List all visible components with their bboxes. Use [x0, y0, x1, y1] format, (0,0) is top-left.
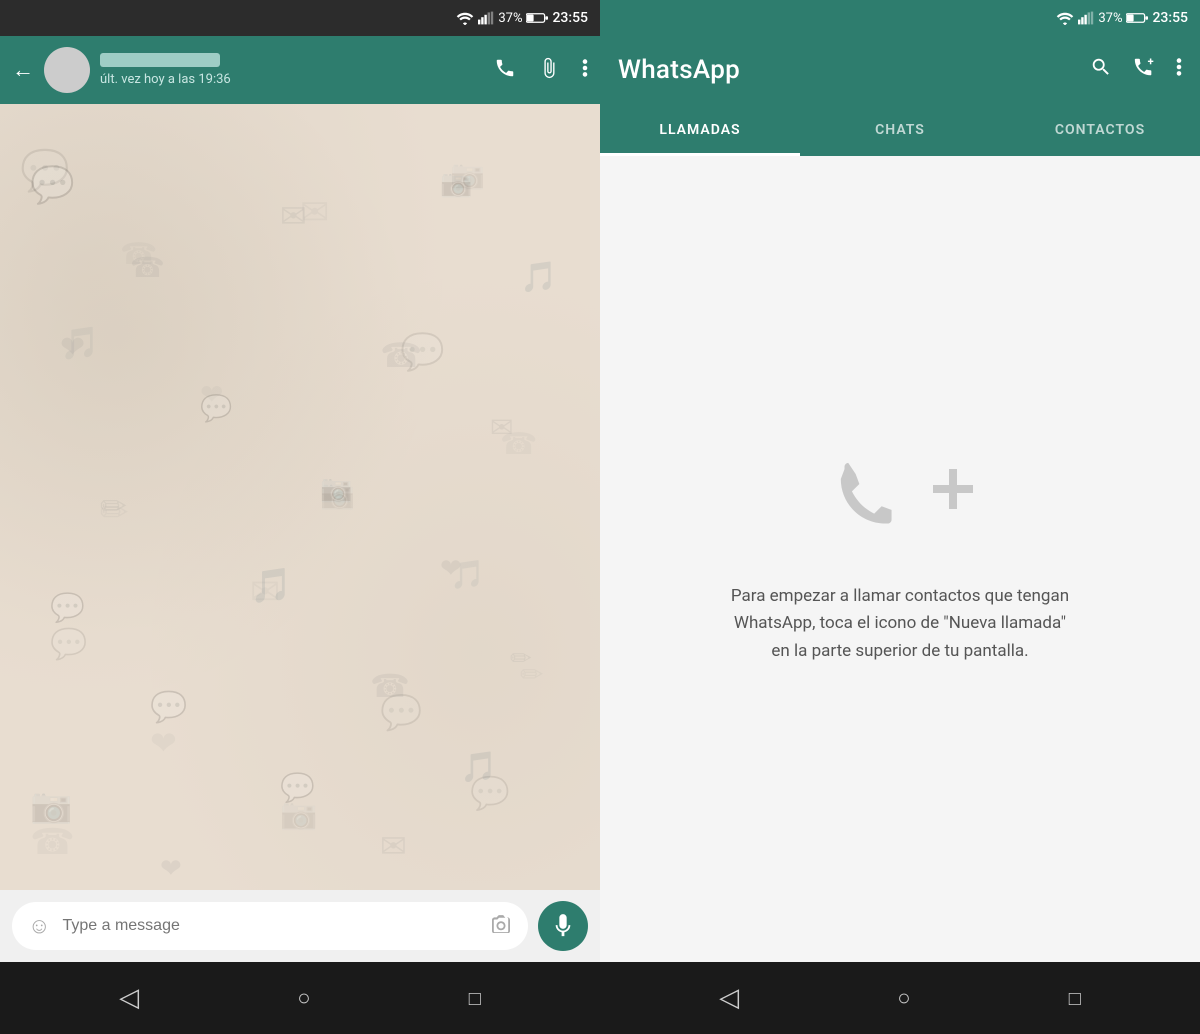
tab-chats[interactable]: CHATS [800, 104, 1000, 156]
status-bar-left: 37% 23:55 [0, 0, 600, 36]
right-panel: 37% 23:55 WhatsApp [600, 0, 1200, 1034]
svg-text:🎵: 🎵 [250, 566, 292, 606]
svg-text:💬: 💬 [200, 393, 232, 424]
new-call-icon[interactable]: + [1132, 56, 1156, 84]
svg-text:❤: ❤ [440, 554, 462, 584]
wifi-icon-right [1056, 11, 1074, 25]
battery-right: 37% [1098, 11, 1122, 26]
time-left: 23:55 [552, 10, 588, 26]
battery-icon-right [1126, 12, 1148, 24]
message-input[interactable] [62, 917, 478, 935]
menu-icon-chat[interactable] [582, 57, 588, 84]
svg-text:✉: ✉ [380, 827, 407, 865]
emoji-icon[interactable]: ☺ [28, 913, 50, 939]
chat-header-icons [494, 57, 588, 84]
calls-empty-state: Para empezar a llamar contactos que teng… [600, 156, 1200, 962]
left-panel: 37% 23:55 ← últ. vez hoy a las 19:36 [0, 0, 600, 1034]
svg-text:☎: ☎ [370, 667, 410, 705]
contact-status: últ. vez hoy a las 19:36 [100, 72, 484, 87]
search-icon[interactable] [1090, 56, 1112, 84]
menu-icon-whatsapp[interactable] [1176, 56, 1182, 84]
svg-text:📷: 📷 [320, 474, 352, 504]
plus-icon [927, 463, 979, 515]
tab-contactos[interactable]: CONTACTOS [1000, 104, 1200, 156]
svg-text:✏: ✏ [100, 487, 127, 525]
empty-state-message: Para empezar a llamar contactos que teng… [730, 583, 1070, 665]
contact-name-bar [100, 53, 220, 67]
nav-recents-left[interactable]: □ [469, 986, 481, 1011]
phone-large-icon [821, 453, 911, 543]
bottom-nav-left: ◁ ○ □ [0, 962, 600, 1034]
call-icon-group [821, 453, 979, 543]
nav-back-left[interactable]: ◁ [119, 983, 139, 1013]
signal-icon-left [478, 11, 494, 25]
contact-info: últ. vez hoy a las 19:36 [100, 53, 484, 87]
chat-background: 💬 ☎ ✉ 📷 🎵 ❤ 💬 ☎ ✉ ✏ 📷 💬 🎵 ❤ 💬 ☎ ✏ 📷 💬 [0, 104, 600, 890]
svg-text:✉: ✉ [280, 197, 307, 235]
status-icons-right: 37% 23:55 [1056, 10, 1188, 26]
tab-llamadas[interactable]: LLAMADAS [600, 104, 800, 156]
status-icons-left: 37% 23:55 [456, 10, 588, 26]
svg-text:❤: ❤ [160, 854, 182, 884]
svg-text:💬: 💬 [150, 689, 187, 725]
svg-text:+: + [1148, 56, 1154, 68]
svg-text:🎵: 🎵 [520, 260, 557, 295]
nav-home-right[interactable]: ○ [897, 985, 910, 1011]
svg-text:☎: ☎ [130, 251, 165, 284]
chat-header: ← últ. vez hoy a las 19:36 [0, 36, 600, 104]
whatsapp-header: 37% 23:55 WhatsApp [600, 0, 1200, 104]
mic-icon [552, 913, 574, 939]
signal-icon-right [1078, 11, 1094, 25]
svg-text:📷: 📷 [440, 169, 472, 199]
battery-left: 37% [498, 11, 522, 26]
app-title-row: WhatsApp + [600, 36, 1200, 104]
svg-text:☎: ☎ [380, 336, 422, 376]
message-input-area: ☺ [0, 890, 600, 962]
svg-text:💬: 💬 [30, 164, 75, 206]
svg-text:✉: ✉ [490, 411, 513, 444]
attach-icon[interactable] [538, 57, 560, 84]
status-bar-right: 37% 23:55 [600, 0, 1200, 36]
svg-text:❤: ❤ [60, 330, 85, 365]
battery-icon-left [526, 12, 548, 24]
header-action-icons: + [1090, 56, 1182, 84]
wifi-icon-left [456, 11, 474, 25]
back-button[interactable]: ← [12, 57, 34, 83]
message-input-box: ☺ [12, 902, 528, 950]
time-right: 23:55 [1152, 10, 1188, 26]
doodle-overlay: 💬 ☎ ✉ 📷 🎵 ❤ 💬 ☎ ✉ ✏ 📷 💬 🎵 ❤ 💬 ☎ ✏ 📷 💬 [0, 104, 600, 890]
app-title: WhatsApp [618, 55, 1074, 85]
nav-home-left[interactable]: ○ [297, 985, 310, 1011]
tabs-row: LLAMADAS CHATS CONTACTOS [600, 104, 1200, 156]
phone-icon[interactable] [494, 57, 516, 84]
avatar [44, 47, 90, 93]
bottom-nav-right: ◁ ○ □ [600, 962, 1200, 1034]
svg-text:🎵: 🎵 [460, 750, 497, 785]
mic-button[interactable] [538, 901, 588, 951]
nav-recents-right[interactable]: □ [1069, 986, 1081, 1011]
svg-text:📷: 📷 [30, 786, 72, 826]
svg-text:✏: ✏ [510, 644, 532, 674]
camera-icon[interactable] [490, 914, 512, 938]
svg-text:💬: 💬 [280, 771, 315, 804]
nav-back-right[interactable]: ◁ [719, 983, 739, 1013]
svg-text:💬: 💬 [50, 591, 85, 624]
